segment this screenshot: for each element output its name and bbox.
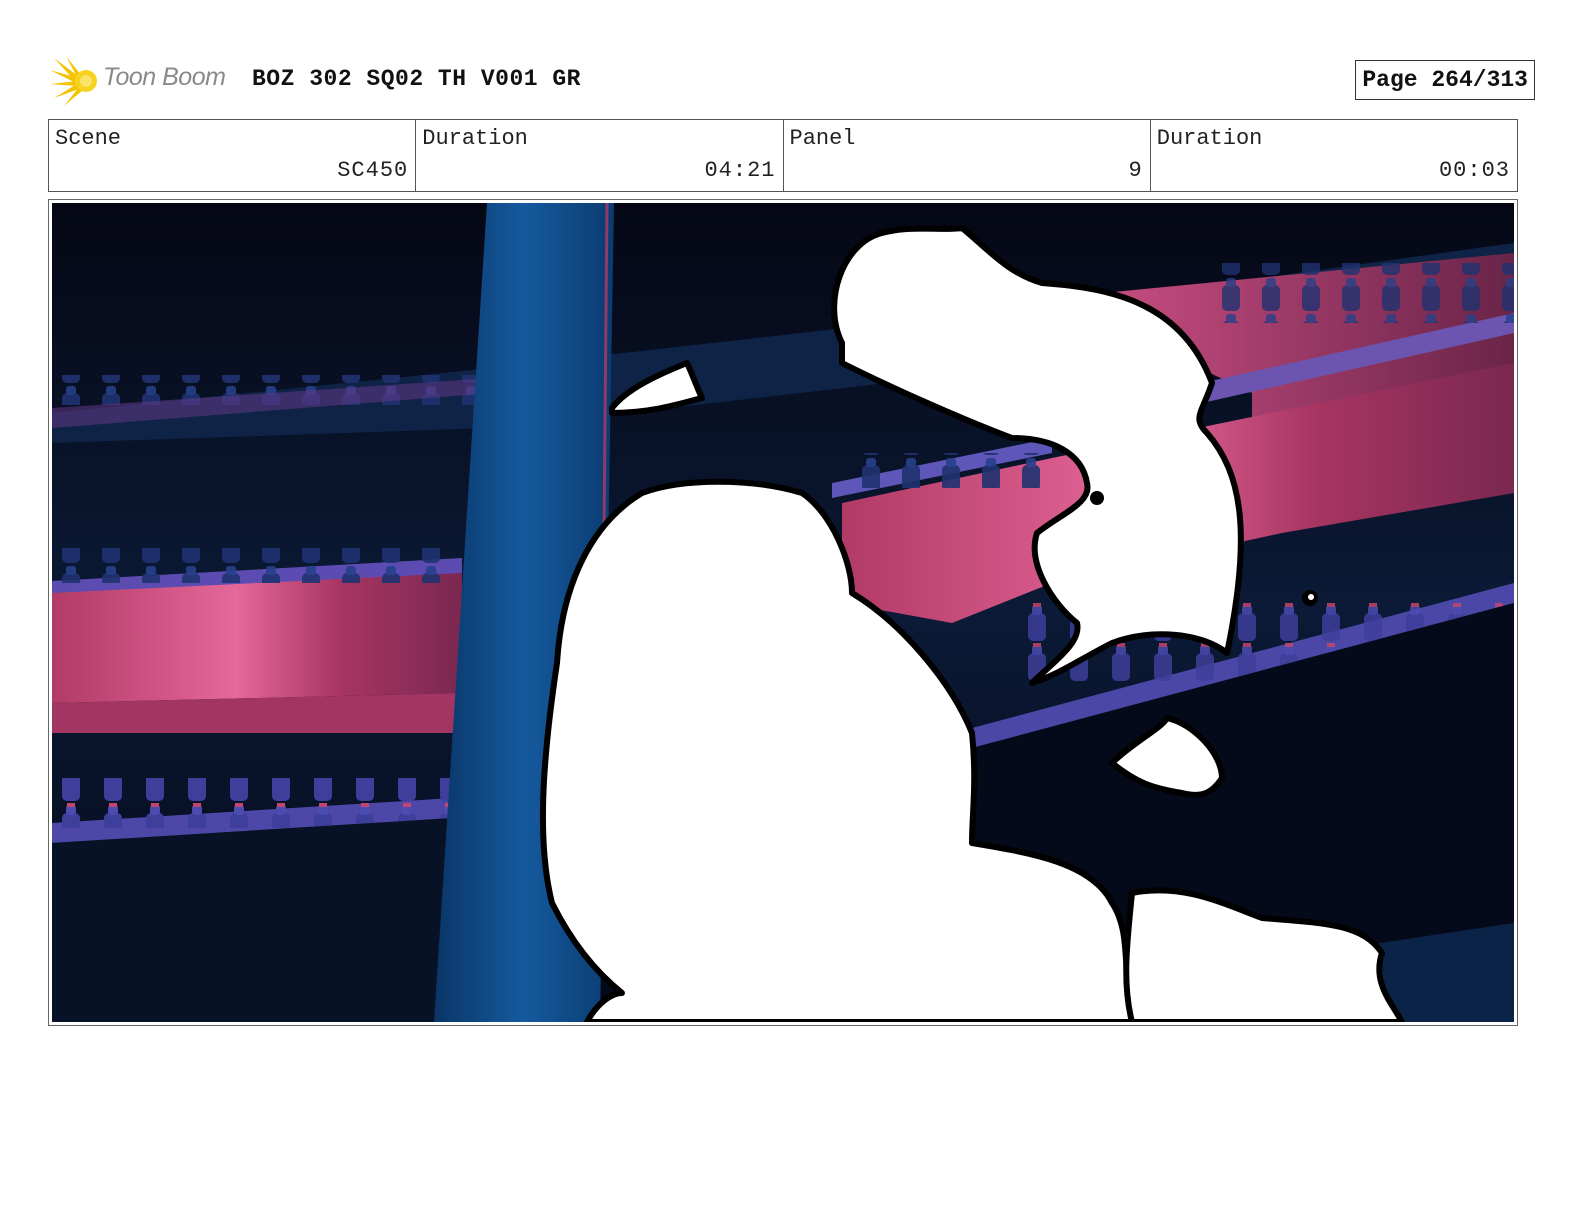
scene-label: Scene	[55, 126, 122, 151]
panel-cell: Panel 9	[784, 120, 1151, 191]
panel-duration-value: 00:03	[1438, 158, 1510, 183]
scene-info-table: Scene SC450 Duration 04:21 Panel 9 Durat…	[48, 119, 1518, 192]
scene-value: SC450	[337, 158, 409, 183]
logo-text: Toon Boom	[103, 63, 226, 91]
panel-duration-cell: Duration 00:03	[1151, 120, 1517, 191]
document-title: BOZ 302 SQ02 TH V001 GR	[252, 66, 581, 92]
toon-boom-logo: Toon Boom	[50, 54, 240, 108]
theater-scene-illustration	[52, 203, 1514, 1022]
scene-duration-value: 04:21	[704, 158, 776, 183]
page-number: Page 264/313	[1355, 60, 1535, 100]
scene-cell: Scene SC450	[49, 120, 417, 191]
scene-duration-label: Duration	[422, 126, 528, 151]
panel-label: Panel	[789, 126, 856, 151]
panel-duration-label: Duration	[1156, 126, 1263, 151]
storyboard-panel	[48, 199, 1518, 1026]
panel-value: 9	[1128, 158, 1143, 183]
panel-artwork	[52, 203, 1514, 1022]
scene-duration-cell: Duration 04:21	[416, 120, 784, 191]
starburst-icon	[50, 56, 97, 106]
storyboard-header: Toon Boom BOZ 302 SQ02 TH V001 GR Page 2…	[50, 54, 1535, 108]
